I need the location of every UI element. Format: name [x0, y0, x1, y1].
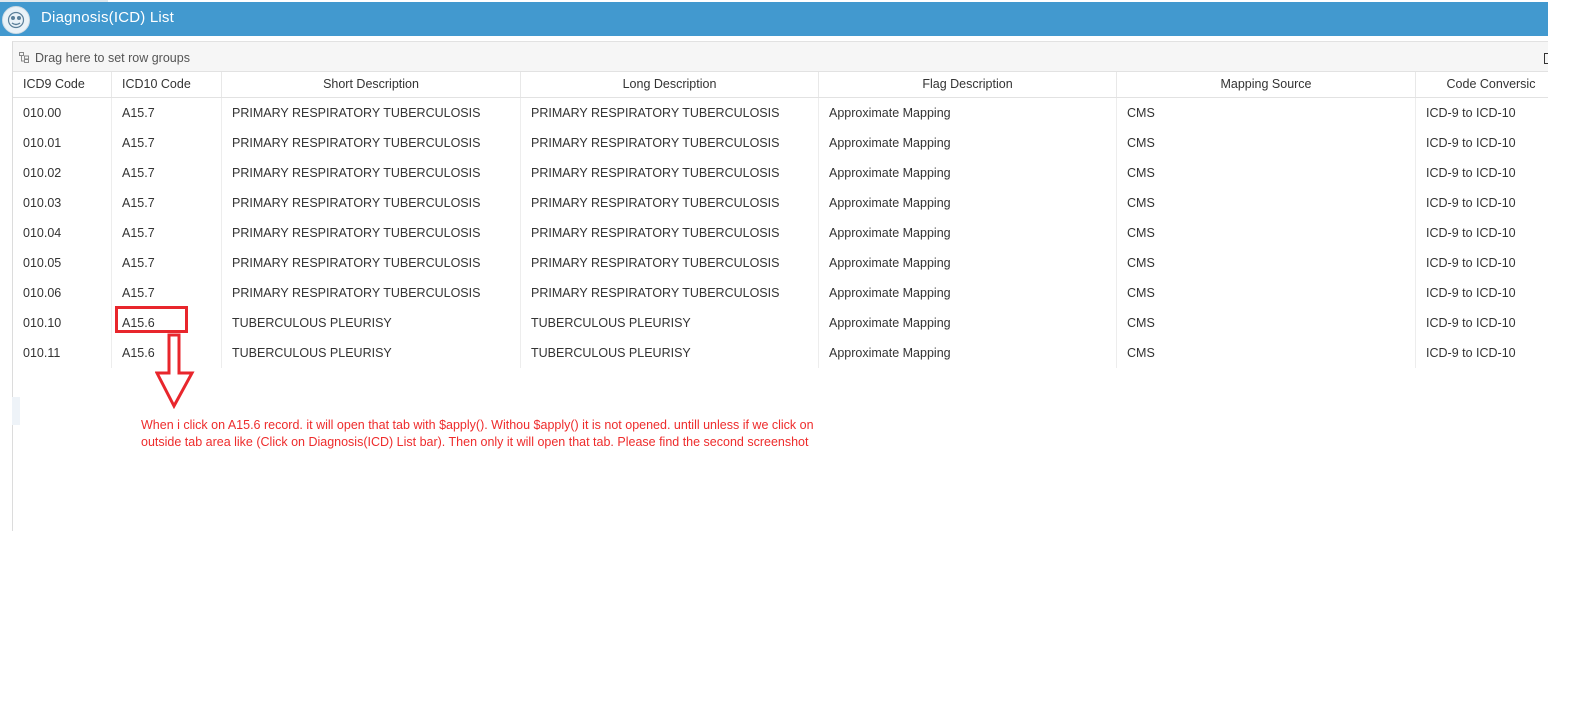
cell-mapping-source[interactable]: CMS [1117, 158, 1416, 188]
annotation-down-arrow-icon [155, 333, 195, 409]
app-logo-icon [2, 6, 30, 34]
cell-mapping-source[interactable]: CMS [1117, 248, 1416, 278]
row-group-panel[interactable]: Drag here to set row groups [13, 42, 1548, 72]
window-title: Diagnosis(ICD) List [41, 9, 174, 26]
column-header-long-description[interactable]: Long Description [521, 72, 819, 97]
cell-code-conversion[interactable]: ICD-9 to ICD-10 [1416, 188, 1548, 218]
cell-flag-description[interactable]: Approximate Mapping [819, 248, 1117, 278]
table-row[interactable]: 010.11 A15.6 TUBERCULOUS PLEURISY TUBERC… [13, 338, 1548, 368]
cell-icd10[interactable]: A15.7 [112, 128, 222, 158]
cell-flag-description[interactable]: Approximate Mapping [819, 188, 1117, 218]
cell-icd10[interactable]: A15.7 [112, 248, 222, 278]
cell-icd9[interactable]: 010.11 [13, 338, 112, 368]
column-header-mapping-source[interactable]: Mapping Source [1117, 72, 1416, 97]
cell-icd9[interactable]: 010.05 [13, 248, 112, 278]
cell-icd9[interactable]: 010.02 [13, 158, 112, 188]
cell-long-description[interactable]: PRIMARY RESPIRATORY TUBERCULOSIS [521, 128, 819, 158]
cell-icd10[interactable]: A15.7 [112, 188, 222, 218]
table-row[interactable]: 010.05 A15.7 PRIMARY RESPIRATORY TUBERCU… [13, 248, 1548, 278]
table-row[interactable]: 010.03 A15.7 PRIMARY RESPIRATORY TUBERCU… [13, 188, 1548, 218]
cell-icd9[interactable]: 010.00 [13, 98, 112, 128]
cell-mapping-source[interactable]: CMS [1117, 218, 1416, 248]
cell-icd10[interactable]: A15.7 [112, 98, 222, 128]
cell-flag-description[interactable]: Approximate Mapping [819, 308, 1117, 338]
column-header-short-description[interactable]: Short Description [222, 72, 521, 97]
cell-flag-description[interactable]: Approximate Mapping [819, 338, 1117, 368]
cell-flag-description[interactable]: Approximate Mapping [819, 128, 1117, 158]
cell-long-description[interactable]: PRIMARY RESPIRATORY TUBERCULOSIS [521, 278, 819, 308]
cell-icd10[interactable]: A15.7 [112, 278, 222, 308]
cell-code-conversion[interactable]: ICD-9 to ICD-10 [1416, 218, 1548, 248]
table-row[interactable]: 010.04 A15.7 PRIMARY RESPIRATORY TUBERCU… [13, 218, 1548, 248]
annotation-text: When i click on A15.6 record. it will op… [141, 417, 921, 451]
cell-flag-description[interactable]: Approximate Mapping [819, 278, 1117, 308]
cell-code-conversion[interactable]: ICD-9 to ICD-10 [1416, 248, 1548, 278]
cell-long-description[interactable]: PRIMARY RESPIRATORY TUBERCULOSIS [521, 158, 819, 188]
row-group-icon [19, 52, 29, 63]
cell-short-description[interactable]: PRIMARY RESPIRATORY TUBERCULOSIS [222, 248, 521, 278]
cell-code-conversion[interactable]: ICD-9 to ICD-10 [1416, 158, 1548, 188]
column-header-code-conversion[interactable]: Code Conversic [1416, 72, 1548, 97]
table-row[interactable]: 010.02 A15.7 PRIMARY RESPIRATORY TUBERCU… [13, 158, 1548, 188]
cell-icd9[interactable]: 010.03 [13, 188, 112, 218]
title-bar[interactable]: Diagnosis(ICD) List [0, 2, 1548, 36]
cell-short-description[interactable]: PRIMARY RESPIRATORY TUBERCULOSIS [222, 218, 521, 248]
cell-short-description[interactable]: PRIMARY RESPIRATORY TUBERCULOSIS [222, 158, 521, 188]
cell-short-description[interactable]: PRIMARY RESPIRATORY TUBERCULOSIS [222, 98, 521, 128]
annotation-line-1: When i click on A15.6 record. it will op… [141, 418, 814, 432]
cell-long-description[interactable]: TUBERCULOUS PLEURISY [521, 338, 819, 368]
cell-short-description[interactable]: PRIMARY RESPIRATORY TUBERCULOSIS [222, 188, 521, 218]
grid-side-marker [12, 397, 20, 425]
cell-long-description[interactable]: PRIMARY RESPIRATORY TUBERCULOSIS [521, 248, 819, 278]
cell-mapping-source[interactable]: CMS [1117, 128, 1416, 158]
cell-flag-description[interactable]: Approximate Mapping [819, 98, 1117, 128]
cell-mapping-source[interactable]: CMS [1117, 188, 1416, 218]
cell-long-description[interactable]: PRIMARY RESPIRATORY TUBERCULOSIS [521, 98, 819, 128]
cell-mapping-source[interactable]: CMS [1117, 308, 1416, 338]
column-tool-icon[interactable] [1544, 53, 1548, 64]
column-header-icd10[interactable]: ICD10 Code [112, 72, 222, 97]
page: Diagnosis(ICD) List Drag here to set row… [0, 0, 1578, 708]
cell-icd9[interactable]: 010.10 [13, 308, 112, 338]
column-header-flag-description[interactable]: Flag Description [819, 72, 1117, 97]
cell-icd10[interactable]: A15.7 [112, 218, 222, 248]
cell-short-description[interactable]: PRIMARY RESPIRATORY TUBERCULOSIS [222, 278, 521, 308]
cell-long-description[interactable]: PRIMARY RESPIRATORY TUBERCULOSIS [521, 188, 819, 218]
annotation-line-2: outside tab area like (Click on Diagnosi… [141, 435, 809, 449]
cell-code-conversion[interactable]: ICD-9 to ICD-10 [1416, 128, 1548, 158]
column-header-icd9[interactable]: ICD9 Code [13, 72, 112, 97]
cell-short-description[interactable]: TUBERCULOUS PLEURISY [222, 308, 521, 338]
cell-long-description[interactable]: TUBERCULOUS PLEURISY [521, 308, 819, 338]
cell-long-description[interactable]: PRIMARY RESPIRATORY TUBERCULOSIS [521, 218, 819, 248]
table-row[interactable]: 010.10 A15.6 TUBERCULOUS PLEURISY TUBERC… [13, 308, 1548, 338]
cell-code-conversion[interactable]: ICD-9 to ICD-10 [1416, 338, 1548, 368]
annotation-highlight-box [115, 306, 188, 333]
cell-flag-description[interactable]: Approximate Mapping [819, 158, 1117, 188]
cell-flag-description[interactable]: Approximate Mapping [819, 218, 1117, 248]
cell-code-conversion[interactable]: ICD-9 to ICD-10 [1416, 98, 1548, 128]
cell-icd9[interactable]: 010.06 [13, 278, 112, 308]
cell-icd9[interactable]: 010.04 [13, 218, 112, 248]
table-body: 010.00 A15.7 PRIMARY RESPIRATORY TUBERCU… [13, 98, 1548, 368]
cell-code-conversion[interactable]: ICD-9 to ICD-10 [1416, 278, 1548, 308]
cell-icd10[interactable]: A15.7 [112, 158, 222, 188]
table-row[interactable]: 010.01 A15.7 PRIMARY RESPIRATORY TUBERCU… [13, 128, 1548, 158]
cell-short-description[interactable]: TUBERCULOUS PLEURISY [222, 338, 521, 368]
cell-short-description[interactable]: PRIMARY RESPIRATORY TUBERCULOSIS [222, 128, 521, 158]
cell-mapping-source[interactable]: CMS [1117, 98, 1416, 128]
cell-mapping-source[interactable]: CMS [1117, 338, 1416, 368]
table-row[interactable]: 010.06 A15.7 PRIMARY RESPIRATORY TUBERCU… [13, 278, 1548, 308]
row-group-hint: Drag here to set row groups [35, 51, 190, 65]
cell-mapping-source[interactable]: CMS [1117, 278, 1416, 308]
cell-code-conversion[interactable]: ICD-9 to ICD-10 [1416, 308, 1548, 338]
icd-grid: Drag here to set row groups ICD9 Code IC… [12, 41, 1548, 531]
table-row[interactable]: 010.00 A15.7 PRIMARY RESPIRATORY TUBERCU… [13, 98, 1548, 128]
table-header: ICD9 Code ICD10 Code Short Description L… [13, 72, 1548, 98]
cell-icd9[interactable]: 010.01 [13, 128, 112, 158]
